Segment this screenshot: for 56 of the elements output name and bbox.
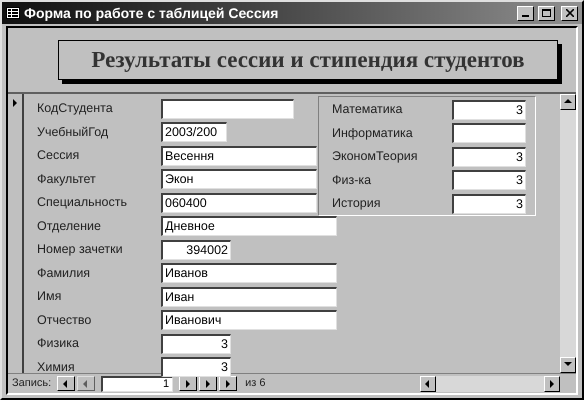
- field-label: ЭкономТеория: [332, 148, 419, 166]
- window-title: Форма по работе с таблицей Сессия: [24, 4, 278, 23]
- record-number-field[interactable]: 1: [101, 376, 174, 392]
- first-record-button[interactable]: [57, 376, 76, 391]
- text-field[interactable]: 060400: [161, 192, 317, 213]
- text-field[interactable]: Экон: [161, 169, 317, 190]
- text-field[interactable]: 3: [452, 194, 526, 214]
- field-label: Физика: [37, 335, 80, 352]
- field-label: Физ-ка: [332, 172, 372, 189]
- field-label: История: [332, 195, 382, 212]
- close-icon: [566, 9, 574, 17]
- text-field[interactable]: [161, 98, 294, 119]
- scroll-left-button[interactable]: [420, 376, 436, 392]
- field-label: Имя: [37, 288, 62, 306]
- new-record-button[interactable]: [219, 376, 238, 391]
- field-label: Отчество: [37, 312, 92, 329]
- text-field[interactable]: 2003/200: [161, 122, 227, 142]
- text-field[interactable]: 3: [161, 357, 231, 378]
- field-label: Отделение: [37, 218, 102, 235]
- text-field[interactable]: Иван: [161, 286, 337, 307]
- text-field[interactable]: 3: [452, 146, 526, 167]
- text-field[interactable]: Иванов: [161, 263, 337, 284]
- text-field[interactable]: Дневное: [161, 216, 337, 236]
- current-record-icon: [10, 98, 20, 108]
- record-label: Запись:: [12, 376, 52, 392]
- text-field[interactable]: 3: [452, 170, 526, 190]
- vertical-scrollbar[interactable]: [560, 94, 576, 373]
- field-label: Специальность: [37, 194, 128, 212]
- field-label: Математика: [332, 101, 404, 118]
- text-field[interactable]: 3: [452, 100, 526, 120]
- scroll-up-button[interactable]: [560, 94, 576, 110]
- field-label: Химия: [37, 358, 76, 376]
- right-arrow-icon: [547, 378, 557, 388]
- field-label: Сессия: [37, 147, 80, 164]
- maximize-button[interactable]: [538, 6, 555, 20]
- text-field[interactable]: Иванович: [161, 310, 337, 330]
- text-field[interactable]: 394002: [161, 240, 231, 260]
- record-total: из 6: [245, 376, 266, 392]
- field-label: УчебныйГод: [37, 124, 110, 141]
- form-icon: [6, 7, 20, 19]
- next-record-button[interactable]: [179, 376, 198, 391]
- text-field[interactable]: [452, 123, 526, 144]
- field-label: Факультет: [37, 170, 97, 188]
- scroll-down-button[interactable]: [560, 357, 576, 373]
- close-button[interactable]: [561, 6, 578, 20]
- field-label: КодСтудента: [37, 100, 114, 118]
- horizontal-scrollbar[interactable]: [420, 376, 560, 392]
- text-field[interactable]: 3: [161, 334, 231, 354]
- last-record-button[interactable]: [199, 376, 218, 391]
- field-label: Информатика: [332, 124, 414, 142]
- scroll-right-button[interactable]: [544, 376, 560, 392]
- text-field[interactable]: Весення: [161, 146, 317, 166]
- minimize-button[interactable]: [517, 6, 534, 20]
- field-label: Номер зачетки: [37, 241, 124, 258]
- header-title: Результаты сессии и стипендия студентов: [91, 46, 525, 74]
- field-label: Фамилия: [37, 264, 92, 282]
